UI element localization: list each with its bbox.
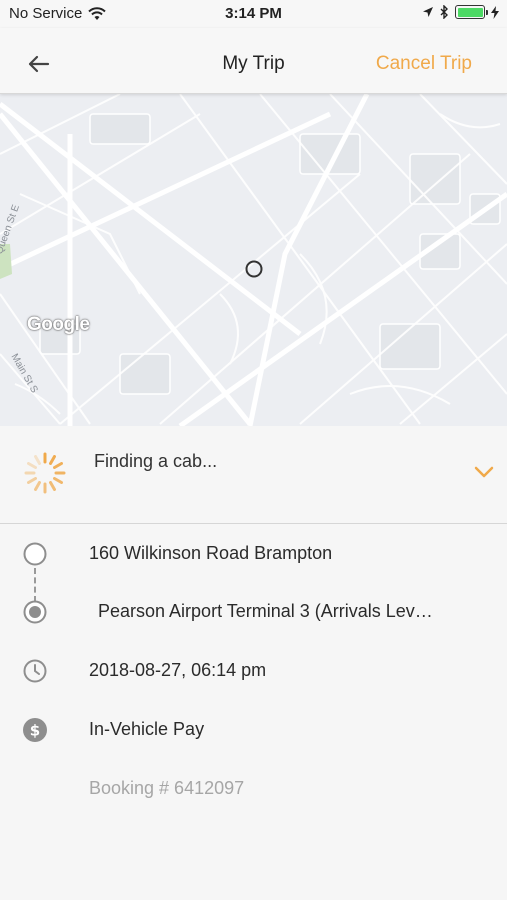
pickup-row: 160 Wilkinson Road Brampton [0,534,507,574]
location-arrow-icon [423,7,433,17]
chevron-down-icon[interactable] [473,465,495,479]
payment-row: $ In-Vehicle Pay [0,710,507,750]
charging-bolt-icon [491,5,499,19]
navigation-bar: My Trip Cancel Trip [0,28,507,94]
cancel-trip-button[interactable]: Cancel Trip [376,53,472,75]
dollar-icon: $ [23,718,47,742]
trip-status-message: Finding a cab... [94,451,218,471]
trip-status-panel [0,426,507,524]
dropoff-address: Pearson Airport Terminal 3 (Arrivals Lev… [98,601,433,621]
loading-spinner-icon [24,452,66,494]
pickup-datetime: 2018-08-27, 06:14 pm [89,660,267,680]
svg-text:$: $ [30,722,40,740]
back-arrow-icon[interactable] [24,49,54,79]
payment-method: In-Vehicle Pay [89,719,205,739]
google-logo: Google [27,314,90,335]
booking-number: Booking # 6412097 [89,778,245,798]
pickup-circle-icon [23,542,47,566]
datetime-row: 2018-08-27, 06:14 pm [0,651,507,691]
status-right [422,5,499,19]
clock-icon [23,659,47,683]
status-bar: No Service 3:14 PM [0,0,507,28]
map-streets [0,94,507,426]
dropoff-target-icon [23,600,47,624]
bluetooth-icon [440,5,448,19]
map-view[interactable]: Queen St E Main St S Google [0,94,507,426]
battery-icon [455,5,488,19]
dropoff-row: Pearson Airport Terminal 3 (Arrivals Lev… [0,592,507,632]
pickup-address: 160 Wilkinson Road Brampton [89,543,333,563]
